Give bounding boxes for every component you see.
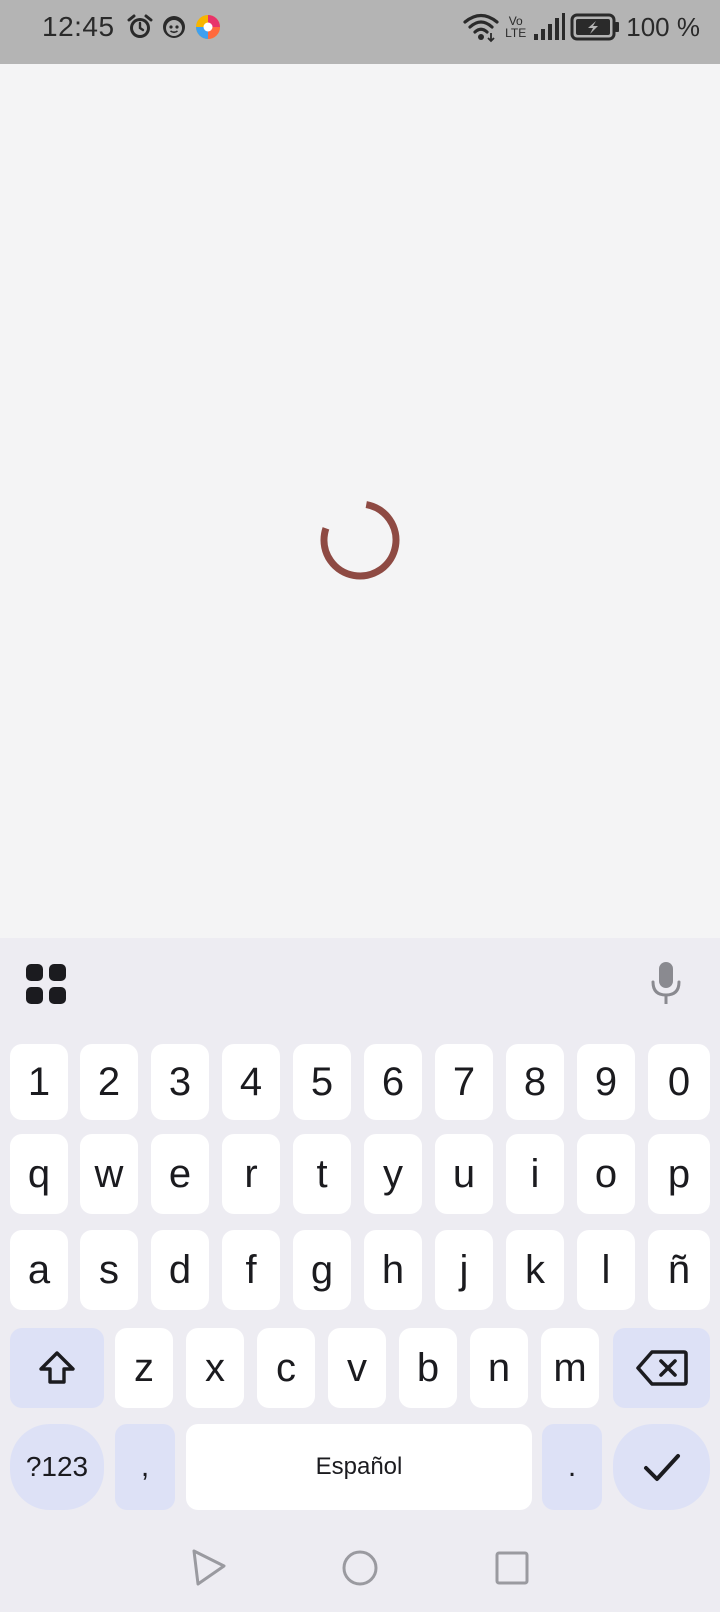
app-icon — [194, 13, 222, 41]
key-d[interactable]: d — [151, 1230, 209, 1310]
key-9[interactable]: 9 — [577, 1044, 635, 1120]
key-v[interactable]: v — [328, 1328, 386, 1408]
key-6[interactable]: 6 — [364, 1044, 422, 1120]
enter-key[interactable] — [613, 1424, 710, 1510]
status-icons-right: Vo LTE 100 % — [463, 10, 700, 44]
key-e[interactable]: e — [151, 1134, 209, 1214]
key-a[interactable]: a — [10, 1230, 68, 1310]
key-8[interactable]: 8 — [506, 1044, 564, 1120]
key-y[interactable]: y — [364, 1134, 422, 1214]
key-s[interactable]: s — [80, 1230, 138, 1310]
key-o[interactable]: o — [577, 1134, 635, 1214]
back-triangle-icon[interactable] — [186, 1546, 230, 1590]
symbols-key[interactable]: ?123 — [10, 1424, 104, 1510]
battery-icon — [570, 13, 620, 41]
key-g[interactable]: g — [293, 1230, 351, 1310]
backspace-key[interactable] — [613, 1328, 710, 1408]
key-f[interactable]: f — [222, 1230, 280, 1310]
face-icon — [160, 13, 188, 41]
key-t[interactable]: t — [293, 1134, 351, 1214]
period-key[interactable]: . — [542, 1424, 602, 1510]
shift-icon — [39, 1351, 75, 1384]
comma-key[interactable]: , — [115, 1424, 175, 1510]
key-n[interactable]: n — [470, 1328, 528, 1408]
key-z[interactable]: z — [115, 1328, 173, 1408]
space-key[interactable]: Español — [186, 1424, 532, 1510]
recents-square-icon[interactable] — [490, 1546, 534, 1590]
key-u[interactable]: u — [435, 1134, 493, 1214]
key-c[interactable]: c — [257, 1328, 315, 1408]
navigation-bar — [0, 1532, 720, 1612]
status-time: 12:45 — [42, 11, 115, 42]
key-j[interactable]: j — [435, 1230, 493, 1310]
apps-grid-icon[interactable] — [24, 962, 68, 1006]
key-x[interactable]: x — [186, 1328, 244, 1408]
key-k[interactable]: k — [506, 1230, 564, 1310]
check-icon — [643, 1454, 680, 1481]
shift-key[interactable] — [10, 1328, 104, 1408]
key-3[interactable]: 3 — [151, 1044, 209, 1120]
key-i[interactable]: i — [506, 1134, 564, 1214]
key-4[interactable]: 4 — [222, 1044, 280, 1120]
keyboard: 1 2 3 4 5 6 7 8 9 0 q w e r t y u i o p … — [0, 938, 720, 1612]
key-n-tilde[interactable]: ñ — [648, 1230, 710, 1310]
status-icons-left — [126, 13, 222, 41]
home-circle-icon[interactable] — [338, 1546, 382, 1590]
key-7[interactable]: 7 — [435, 1044, 493, 1120]
wifi-icon — [463, 13, 499, 43]
signal-icon — [534, 13, 566, 40]
alarm-icon — [126, 13, 154, 41]
key-r[interactable]: r — [222, 1134, 280, 1214]
battery-percent: 100 % — [626, 12, 700, 42]
key-h[interactable]: h — [364, 1230, 422, 1310]
key-m[interactable]: m — [541, 1328, 599, 1408]
key-1[interactable]: 1 — [10, 1044, 68, 1120]
key-0[interactable]: 0 — [648, 1044, 710, 1120]
key-w[interactable]: w — [80, 1134, 138, 1214]
volte-icon: Vo LTE — [505, 15, 526, 39]
key-q[interactable]: q — [10, 1134, 68, 1214]
content-area — [0, 64, 720, 938]
key-2[interactable]: 2 — [80, 1044, 138, 1120]
backspace-icon — [635, 1350, 688, 1386]
loading-spinner-icon — [320, 500, 400, 580]
status-bar: 12:45 Vo LTE 100 % — [0, 0, 720, 64]
volte-bottom-label: LTE — [505, 26, 527, 40]
key-b[interactable]: b — [399, 1328, 457, 1408]
key-p[interactable]: p — [648, 1134, 710, 1214]
mic-icon[interactable] — [646, 960, 686, 1008]
key-l[interactable]: l — [577, 1230, 635, 1310]
key-5[interactable]: 5 — [293, 1044, 351, 1120]
